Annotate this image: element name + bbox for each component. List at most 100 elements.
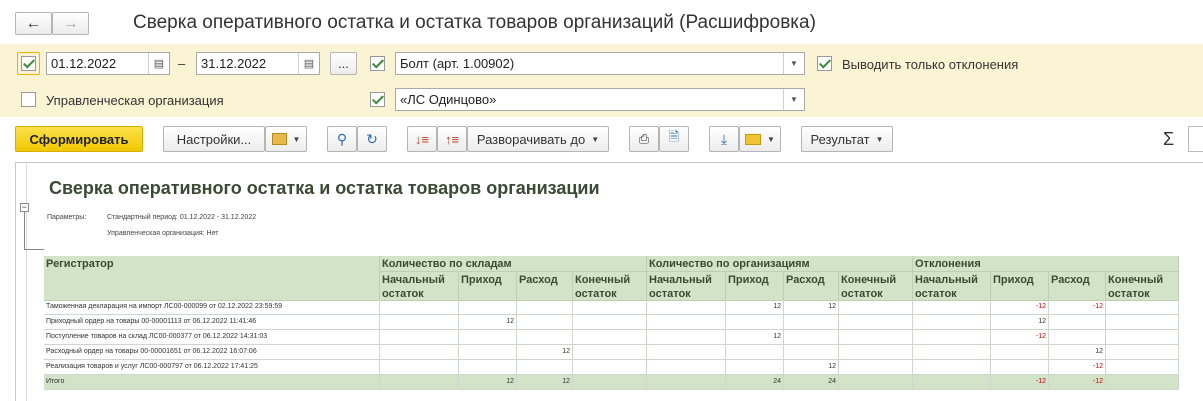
table-cell[interactable] <box>380 300 459 315</box>
table-cell[interactable] <box>784 330 839 345</box>
table-cell[interactable] <box>517 360 573 375</box>
send-email-button[interactable]: ▼ <box>739 126 781 152</box>
table-cell[interactable] <box>380 375 459 390</box>
table-cell[interactable] <box>839 300 913 315</box>
table-cell[interactable] <box>726 345 784 360</box>
table-cell[interactable] <box>573 300 647 315</box>
table-cell[interactable]: -12 <box>1049 360 1106 375</box>
table-cell[interactable] <box>647 360 726 375</box>
table-cell[interactable]: 12 <box>517 375 573 390</box>
table-cell[interactable] <box>913 330 991 345</box>
forward-button[interactable]: → <box>52 12 89 35</box>
table-cell[interactable] <box>573 375 647 390</box>
table-cell[interactable] <box>1049 315 1106 330</box>
table-cell[interactable] <box>573 360 647 375</box>
mgmt-org-checkbox[interactable] <box>21 92 36 107</box>
table-cell[interactable] <box>647 315 726 330</box>
print-button[interactable]: ⎙ <box>629 126 659 152</box>
registrar-link[interactable]: Приходный ордер на товары 00-00001113 от… <box>44 315 380 330</box>
table-cell[interactable] <box>573 345 647 360</box>
table-cell[interactable] <box>1106 345 1179 360</box>
table-cell[interactable] <box>784 315 839 330</box>
table-cell[interactable]: -12 <box>1049 375 1106 390</box>
result-button[interactable]: Результат ▼ <box>801 126 893 152</box>
table-cell[interactable]: 24 <box>726 375 784 390</box>
registrar-link[interactable]: Реализация товаров и услуг ЛС00-000797 о… <box>44 360 380 375</box>
table-cell[interactable] <box>913 375 991 390</box>
table-cell[interactable] <box>647 300 726 315</box>
table-cell[interactable] <box>726 360 784 375</box>
back-button[interactable]: ← <box>15 12 52 35</box>
registrar-link[interactable]: Таможенная декларация на импорт ЛС00-000… <box>44 300 380 315</box>
registrar-link[interactable]: Поступление товаров на склад ЛС00-000377… <box>44 330 380 345</box>
period-checkbox[interactable] <box>21 56 36 71</box>
table-cell[interactable]: -12 <box>991 300 1049 315</box>
organization-checkbox[interactable] <box>370 92 385 107</box>
table-cell[interactable] <box>991 360 1049 375</box>
table-cell[interactable]: -12 <box>1049 300 1106 315</box>
find-button[interactable]: ⚲ <box>327 126 357 152</box>
table-cell[interactable] <box>459 345 517 360</box>
sigma-icon[interactable]: Σ <box>1163 129 1174 150</box>
table-cell[interactable] <box>839 375 913 390</box>
table-cell[interactable]: 12 <box>459 315 517 330</box>
table-cell[interactable] <box>1106 375 1179 390</box>
table-cell[interactable]: 12 <box>517 345 573 360</box>
product-checkbox[interactable] <box>370 56 385 71</box>
table-cell[interactable] <box>517 330 573 345</box>
table-cell[interactable] <box>380 360 459 375</box>
table-cell[interactable] <box>784 345 839 360</box>
table-cell[interactable] <box>459 330 517 345</box>
table-cell[interactable] <box>839 360 913 375</box>
organization-field[interactable]: «ЛС Одинцово» ▼ <box>395 88 805 111</box>
table-cell[interactable] <box>913 345 991 360</box>
table-cell[interactable] <box>1049 330 1106 345</box>
variants-button[interactable]: ▼ <box>265 126 307 152</box>
only-deviations-checkbox[interactable] <box>817 56 832 71</box>
table-cell[interactable]: 12 <box>784 360 839 375</box>
table-cell[interactable]: 12 <box>459 375 517 390</box>
table-cell[interactable]: 12 <box>726 330 784 345</box>
table-cell[interactable] <box>647 375 726 390</box>
table-cell[interactable] <box>991 345 1049 360</box>
calendar-icon[interactable]: ▤ <box>298 53 319 74</box>
find-next-button[interactable]: ↻ <box>357 126 387 152</box>
table-cell[interactable] <box>380 330 459 345</box>
table-cell[interactable] <box>380 315 459 330</box>
table-cell[interactable] <box>839 345 913 360</box>
table-cell[interactable]: 12 <box>726 300 784 315</box>
table-cell[interactable] <box>517 315 573 330</box>
sort-asc-button[interactable]: ↑≡ <box>437 126 467 152</box>
table-cell[interactable]: -12 <box>991 375 1049 390</box>
table-cell[interactable] <box>1106 315 1179 330</box>
table-cell[interactable] <box>517 300 573 315</box>
preview-button[interactable]: 🗎 <box>659 126 689 152</box>
date-to-field[interactable]: 31.12.2022 ▤ <box>196 52 320 75</box>
table-cell[interactable] <box>913 315 991 330</box>
collapse-toggle-icon[interactable]: − <box>20 203 29 212</box>
table-cell[interactable] <box>1106 360 1179 375</box>
chevron-down-icon[interactable]: ▼ <box>783 89 804 110</box>
table-cell[interactable] <box>573 315 647 330</box>
date-from-field[interactable]: 01.12.2022 ▤ <box>46 52 170 75</box>
table-cell[interactable] <box>839 330 913 345</box>
table-cell[interactable] <box>647 330 726 345</box>
period-select-button[interactable]: ... <box>330 52 357 75</box>
table-cell[interactable]: 12 <box>991 315 1049 330</box>
generate-button[interactable]: Сформировать <box>15 126 143 152</box>
table-cell[interactable]: 12 <box>1049 345 1106 360</box>
table-cell[interactable] <box>380 345 459 360</box>
sort-desc-button[interactable]: ↓≡ <box>407 126 437 152</box>
expand-to-button[interactable]: Разворачивать до ▼ <box>467 126 609 152</box>
table-cell[interactable] <box>459 300 517 315</box>
table-cell[interactable] <box>1106 330 1179 345</box>
table-cell[interactable] <box>647 345 726 360</box>
table-cell[interactable] <box>913 360 991 375</box>
table-cell[interactable]: 24 <box>784 375 839 390</box>
table-cell[interactable] <box>839 315 913 330</box>
save-button[interactable]: ⤓ <box>709 126 739 152</box>
table-cell[interactable] <box>1106 300 1179 315</box>
table-cell[interactable] <box>573 330 647 345</box>
table-cell[interactable] <box>726 315 784 330</box>
table-cell[interactable]: -12 <box>991 330 1049 345</box>
